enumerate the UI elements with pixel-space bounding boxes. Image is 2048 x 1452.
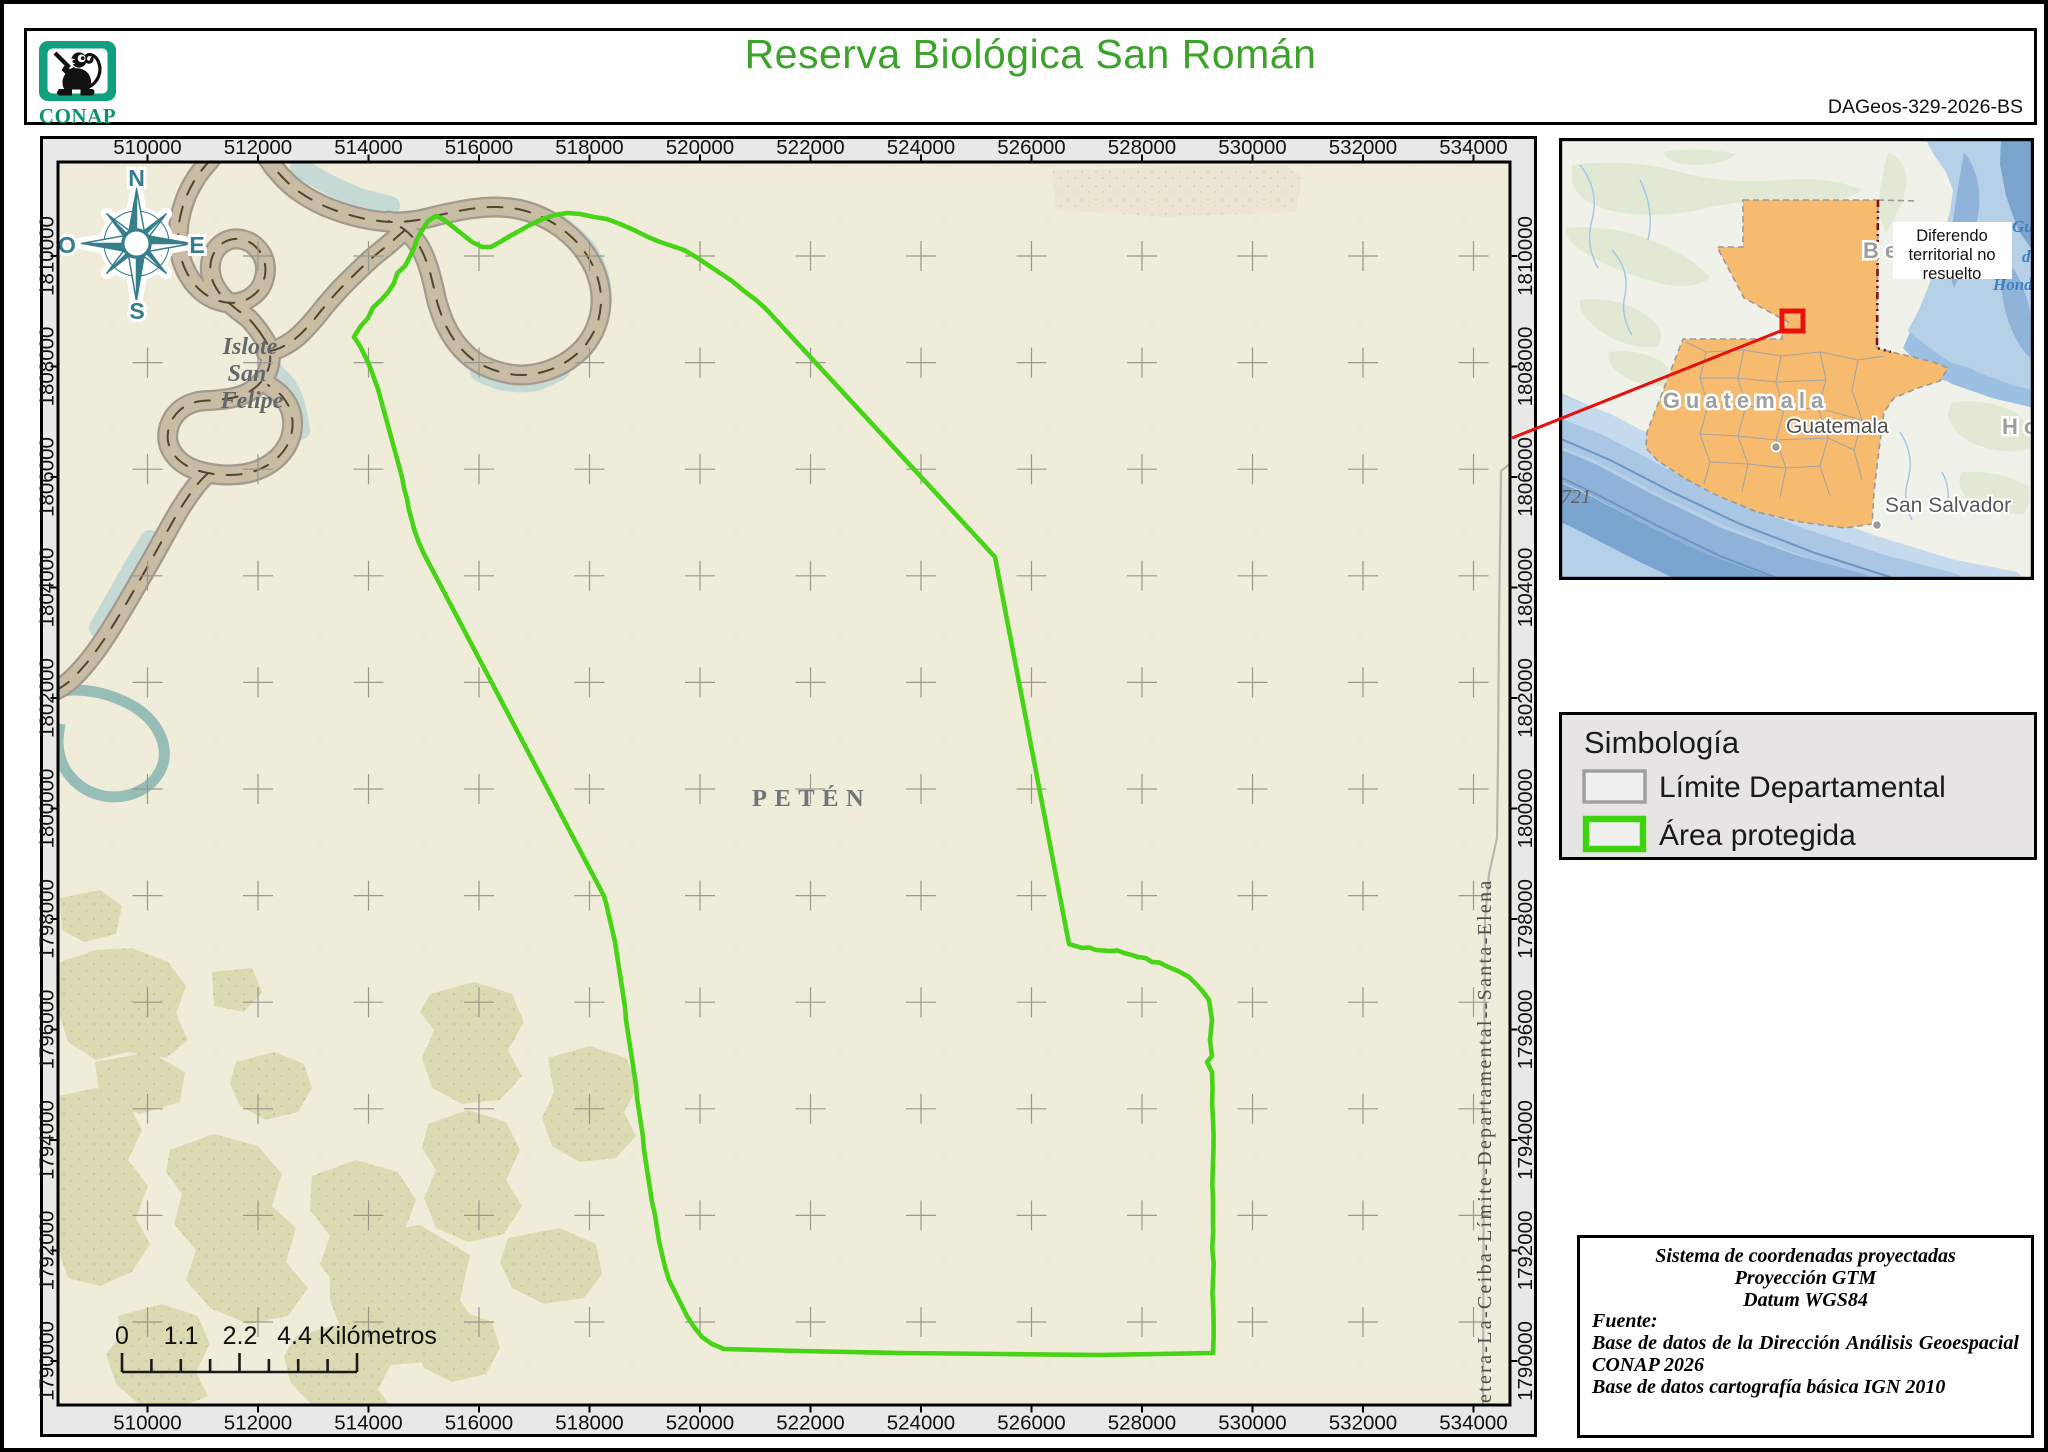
svg-text:512000: 512000: [224, 1412, 292, 1435]
svg-text:Guatemala: Guatemala: [1663, 388, 1830, 413]
svg-text:532000: 532000: [1329, 1412, 1397, 1435]
svg-text:512000: 512000: [224, 136, 292, 159]
svg-text:528000: 528000: [1108, 1412, 1176, 1435]
svg-text:S: S: [129, 298, 144, 324]
svg-text:1796000: 1796000: [36, 990, 59, 1070]
svg-text:532000: 532000: [1329, 136, 1397, 159]
svg-text:1794000: 1794000: [36, 1100, 59, 1180]
svg-text:E: E: [189, 232, 204, 258]
svg-text:1810000: 1810000: [36, 216, 59, 296]
svg-text:1.1: 1.1: [164, 1322, 199, 1350]
svg-text:retera-La-Ceiba-Límite-Departa: retera-La-Ceiba-Límite-Departamental--Sa…: [1474, 878, 1496, 1412]
svg-text:526000: 526000: [997, 136, 1065, 159]
svg-text:721: 721: [1561, 486, 1591, 508]
svg-text:1790000: 1790000: [1514, 1321, 1537, 1401]
svg-text:Ho: Ho: [2002, 414, 2034, 439]
svg-text:San: San: [228, 361, 267, 387]
svg-text:PETÉN: PETÉN: [752, 784, 871, 812]
svg-text:1808000: 1808000: [36, 327, 59, 407]
svg-text:534000: 534000: [1439, 1412, 1507, 1435]
svg-text:1806000: 1806000: [36, 437, 59, 517]
svg-text:528000: 528000: [1108, 136, 1176, 159]
svg-text:514000: 514000: [334, 136, 402, 159]
svg-text:1808000: 1808000: [1514, 327, 1537, 407]
svg-text:1798000: 1798000: [36, 879, 59, 959]
svg-text:Felipe: Felipe: [220, 388, 284, 414]
svg-text:510000: 510000: [113, 1412, 181, 1435]
svg-text:1800000: 1800000: [1514, 769, 1537, 849]
svg-text:510000: 510000: [113, 136, 181, 159]
svg-text:resuelto: resuelto: [1923, 265, 1982, 283]
svg-text:1802000: 1802000: [1514, 658, 1537, 738]
svg-text:1790000: 1790000: [36, 1321, 59, 1401]
svg-text:518000: 518000: [555, 1412, 623, 1435]
svg-text:530000: 530000: [1218, 1412, 1286, 1435]
svg-text:1804000: 1804000: [1514, 548, 1537, 628]
svg-text:1800000: 1800000: [36, 769, 59, 849]
svg-text:1802000: 1802000: [36, 658, 59, 738]
svg-text:518000: 518000: [555, 136, 623, 159]
svg-text:d: d: [2022, 247, 2031, 266]
svg-text:2.2: 2.2: [223, 1322, 258, 1350]
svg-text:1792000: 1792000: [1514, 1211, 1537, 1291]
svg-text:Diferendo: Diferendo: [1916, 227, 1988, 245]
svg-text:territorial no: territorial no: [1908, 246, 1995, 264]
svg-text:516000: 516000: [445, 136, 513, 159]
svg-text:1810000: 1810000: [1514, 216, 1537, 296]
svg-text:0: 0: [115, 1322, 129, 1350]
svg-text:1806000: 1806000: [1514, 437, 1537, 517]
svg-text:N: N: [128, 165, 145, 191]
svg-text:522000: 522000: [776, 136, 844, 159]
svg-text:Guatemala: Guatemala: [1786, 415, 1889, 438]
svg-text:O: O: [58, 232, 76, 258]
svg-text:520000: 520000: [666, 136, 734, 159]
svg-text:522000: 522000: [776, 1412, 844, 1435]
svg-text:524000: 524000: [887, 1412, 955, 1435]
svg-text:San Salvador: San Salvador: [1885, 494, 2011, 517]
svg-text:526000: 526000: [997, 1412, 1065, 1435]
svg-text:524000: 524000: [887, 136, 955, 159]
svg-text:514000: 514000: [334, 1412, 402, 1435]
svg-text:1804000: 1804000: [36, 548, 59, 628]
svg-text:530000: 530000: [1218, 136, 1286, 159]
svg-text:534000: 534000: [1439, 136, 1507, 159]
svg-text:1798000: 1798000: [1514, 879, 1537, 959]
svg-text:Islote: Islote: [222, 334, 278, 360]
svg-text:Gu: Gu: [2012, 217, 2034, 236]
svg-text:516000: 516000: [445, 1412, 513, 1435]
svg-text:4.4 Kilómetros: 4.4 Kilómetros: [277, 1322, 437, 1350]
svg-text:520000: 520000: [666, 1412, 734, 1435]
svg-text:1792000: 1792000: [36, 1211, 59, 1291]
svg-text:1796000: 1796000: [1514, 990, 1537, 1070]
svg-text:1794000: 1794000: [1514, 1100, 1537, 1180]
